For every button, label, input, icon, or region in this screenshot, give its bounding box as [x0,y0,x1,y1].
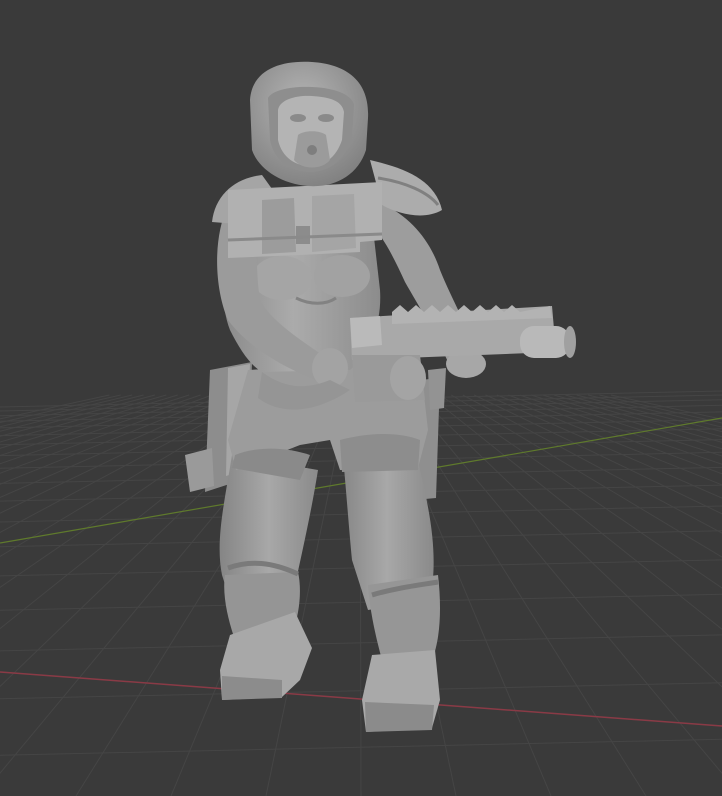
soldier-model[interactable] [185,61,576,732]
grid-line [519,394,722,465]
chest-plate [227,182,383,258]
helmet [250,61,369,187]
viewport-canvas[interactable] [0,0,722,796]
3d-viewport[interactable] [0,0,722,796]
left-leg [219,455,318,700]
